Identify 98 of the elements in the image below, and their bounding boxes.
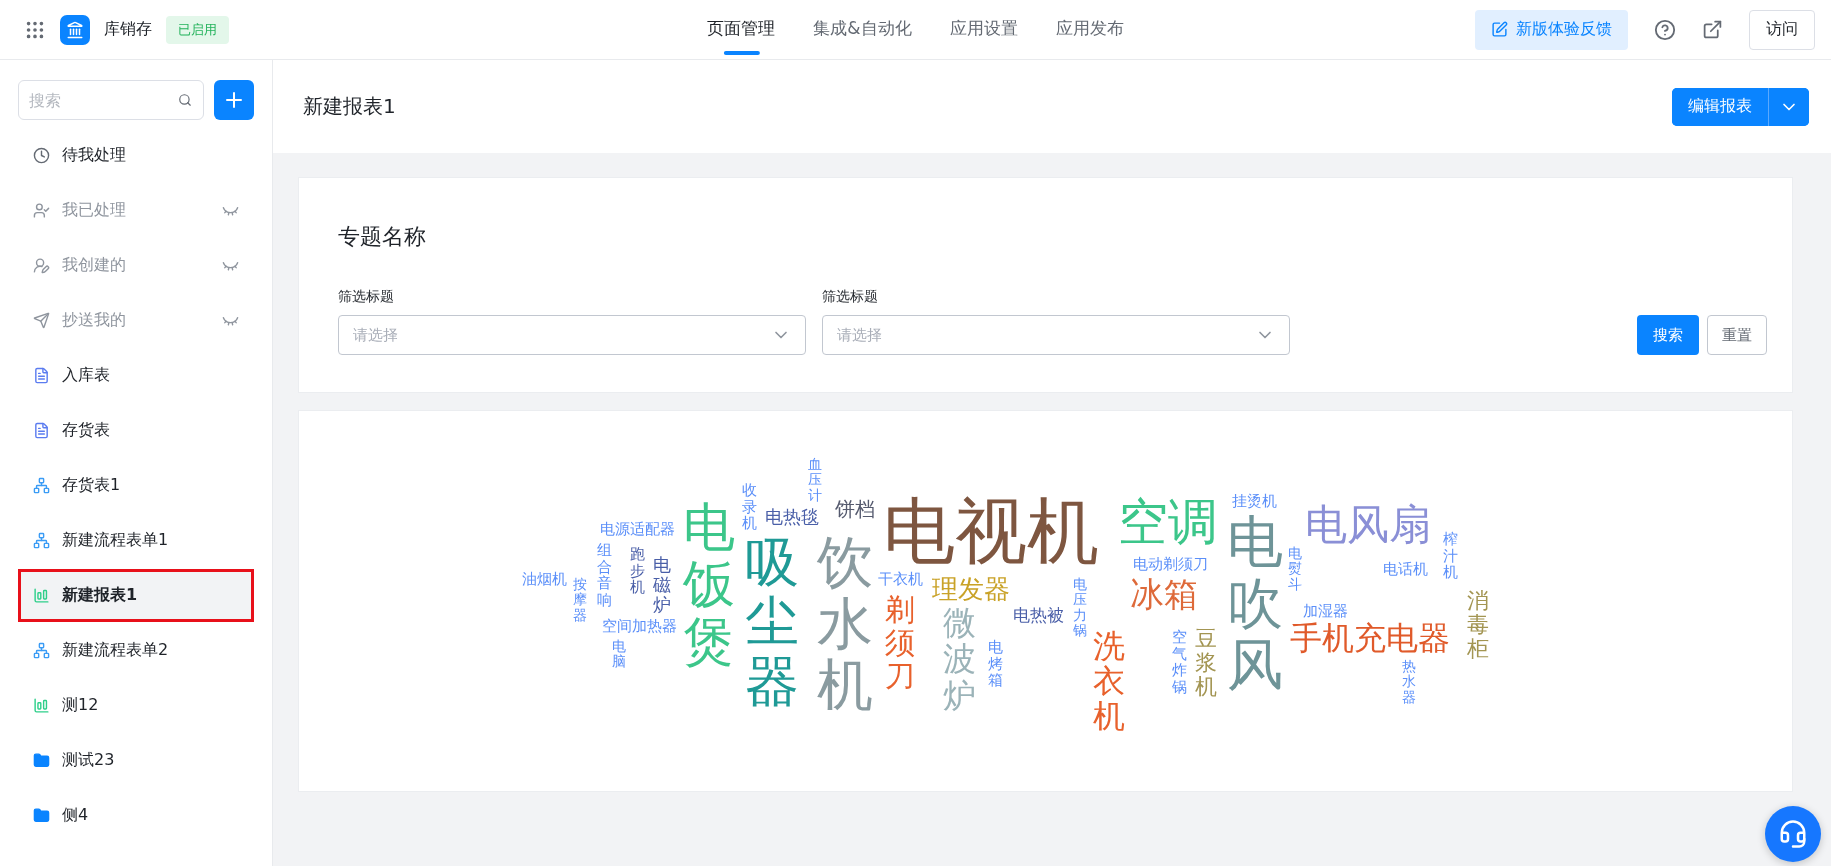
user-check-icon [33, 202, 50, 219]
hierarchy-icon [33, 532, 50, 549]
word-cloud-word: 挂烫机 [1232, 494, 1277, 509]
sidebar-item-label: 存货表 [62, 420, 111, 441]
word-cloud-word: 饮水机 [817, 531, 873, 716]
add-button[interactable] [214, 80, 254, 120]
sidebar-item-label: 侧4 [62, 805, 90, 826]
nav-tab[interactable]: 集成&自动化 [813, 0, 912, 60]
word-cloud-word: 干衣机 [878, 572, 923, 587]
reset-button[interactable]: 重置 [1707, 315, 1767, 355]
word-cloud-word: 电脑 [612, 639, 626, 670]
word-cloud-word: 油烟机 [522, 572, 567, 587]
word-cloud-word: 微波炉 [943, 605, 976, 714]
word-cloud-word: 消毒柜 [1467, 589, 1489, 662]
sidebar-item-label: 新建流程表单2 [62, 640, 170, 661]
word-cloud-word: 按摩器 [573, 577, 587, 624]
word-cloud-word: 电磁炉 [653, 555, 671, 615]
word-cloud-word: 剃须刀 [885, 593, 915, 692]
sidebar-item-label: 待我处理 [62, 145, 127, 166]
word-cloud-word: 空间加热器 [602, 619, 677, 634]
chart-icon [33, 697, 50, 714]
word-cloud-word: 吸尘器 [745, 533, 799, 712]
word-cloud-word: 电吹风 [1227, 511, 1283, 696]
word-cloud-word: 空气炸锅 [1172, 629, 1187, 695]
paper-plane-icon [33, 312, 50, 329]
sidebar-item[interactable]: 新建流程表单2 [18, 624, 254, 677]
folder-icon [33, 807, 50, 824]
sidebar-item-label: 新建流程表单1 [62, 530, 170, 551]
word-cloud-word: 跑步机 [630, 546, 645, 596]
app-logo-icon [60, 14, 90, 45]
edit-icon [1491, 21, 1508, 38]
word-cloud-word: 手机充电器 [1290, 622, 1450, 654]
filter-label: 筛选标题 [338, 288, 395, 306]
sidebar-item[interactable]: 新建流程表单1 [18, 514, 254, 567]
word-cloud-word: 热水器 [1402, 659, 1416, 706]
word-cloud-word: 榨汁机 [1443, 531, 1458, 581]
word-cloud-word: 电烤箱 [988, 639, 1003, 689]
word-cloud-word: 电熨斗 [1288, 546, 1302, 593]
sidebar-item-label: 新建报表1 [62, 585, 139, 606]
word-cloud-word: 组合音响 [597, 542, 612, 608]
word-cloud-word: 电源适配器 [600, 522, 675, 537]
sidebar-item-label: 我创建的 [62, 255, 127, 276]
page-title: 新建报表1 [303, 93, 397, 120]
hierarchy-icon [33, 642, 50, 659]
word-cloud-word: 冰箱 [1130, 577, 1198, 611]
nav-tab[interactable]: 应用发布 [1055, 0, 1124, 60]
word-cloud-word: 电饭煲 [683, 499, 735, 671]
word-cloud-word: 理发器 [932, 576, 1010, 602]
document-icon [33, 367, 50, 384]
sidebar-item-label: 测12 [62, 695, 100, 716]
sidebar-item[interactable]: 待我处理 [18, 129, 254, 182]
word-cloud-word: 空调 [1118, 497, 1218, 547]
word-cloud-word: 洗衣机 [1093, 629, 1125, 735]
word-cloud-word: 血压计 [808, 457, 822, 504]
search-button[interactable]: 搜索 [1637, 315, 1699, 355]
word-cloud-word: 豆浆机 [1195, 627, 1217, 700]
word-cloud-word: 收录机 [742, 482, 757, 532]
support-button[interactable] [1765, 806, 1821, 862]
visit-button[interactable]: 访问 [1749, 9, 1815, 50]
hierarchy-icon [33, 477, 50, 494]
clock-icon [33, 147, 50, 164]
sidebar-item[interactable]: 新建报表1 [18, 569, 254, 622]
word-cloud-word: 电热毯 [765, 508, 819, 526]
sidebar-item-label: 我已处理 [62, 200, 127, 221]
word-cloud-word: 电热被 [1013, 607, 1064, 624]
edit-report-button[interactable]: 编辑报表 [1672, 87, 1769, 126]
app-name: 库销存 [104, 19, 152, 40]
word-cloud-word: 电风扇 [1305, 504, 1431, 546]
sidebar-item-label: 测试23 [62, 750, 116, 771]
folder-icon [33, 752, 50, 769]
status-badge: 已启用 [166, 15, 229, 44]
sidebar-item-label: 存货表1 [62, 475, 122, 496]
word-cloud-word: 饼档 [835, 499, 875, 519]
sidebar-item[interactable]: 存货表 [18, 404, 254, 457]
sidebar-item-label: 入库表 [62, 365, 111, 386]
nav-tab[interactable]: 应用设置 [949, 0, 1018, 60]
word-cloud-word: 电话机 [1383, 562, 1428, 577]
document-icon [33, 422, 50, 439]
card-title: 专题名称 [338, 223, 427, 251]
word-cloud-word: 加湿器 [1303, 604, 1348, 619]
search-icon [178, 93, 192, 107]
sidebar-item[interactable]: 存货表1 [18, 459, 254, 512]
word-cloud-word: 电压力锅 [1073, 577, 1087, 639]
sidebar-item[interactable]: 测12 [18, 679, 254, 732]
sidebar-item[interactable]: 入库表 [18, 349, 254, 402]
sidebar-item[interactable]: 侧4 [18, 789, 254, 842]
chart-icon [33, 587, 50, 604]
word-cloud-word: 电视机 [883, 495, 1099, 567]
sidebar-item[interactable]: 测试23 [18, 734, 254, 787]
sidebar-item-label: 抄送我的 [62, 310, 127, 331]
user-icon [33, 257, 50, 274]
external-link-icon[interactable] [1702, 19, 1723, 40]
help-icon[interactable] [1654, 18, 1676, 41]
word-cloud-word: 电动剃须刀 [1133, 557, 1208, 572]
search-field[interactable]: 搜索 [18, 80, 204, 120]
filter-label: 筛选标题 [822, 288, 879, 306]
nav-tab[interactable]: 页面管理 [707, 0, 776, 60]
headset-icon [1778, 819, 1808, 849]
